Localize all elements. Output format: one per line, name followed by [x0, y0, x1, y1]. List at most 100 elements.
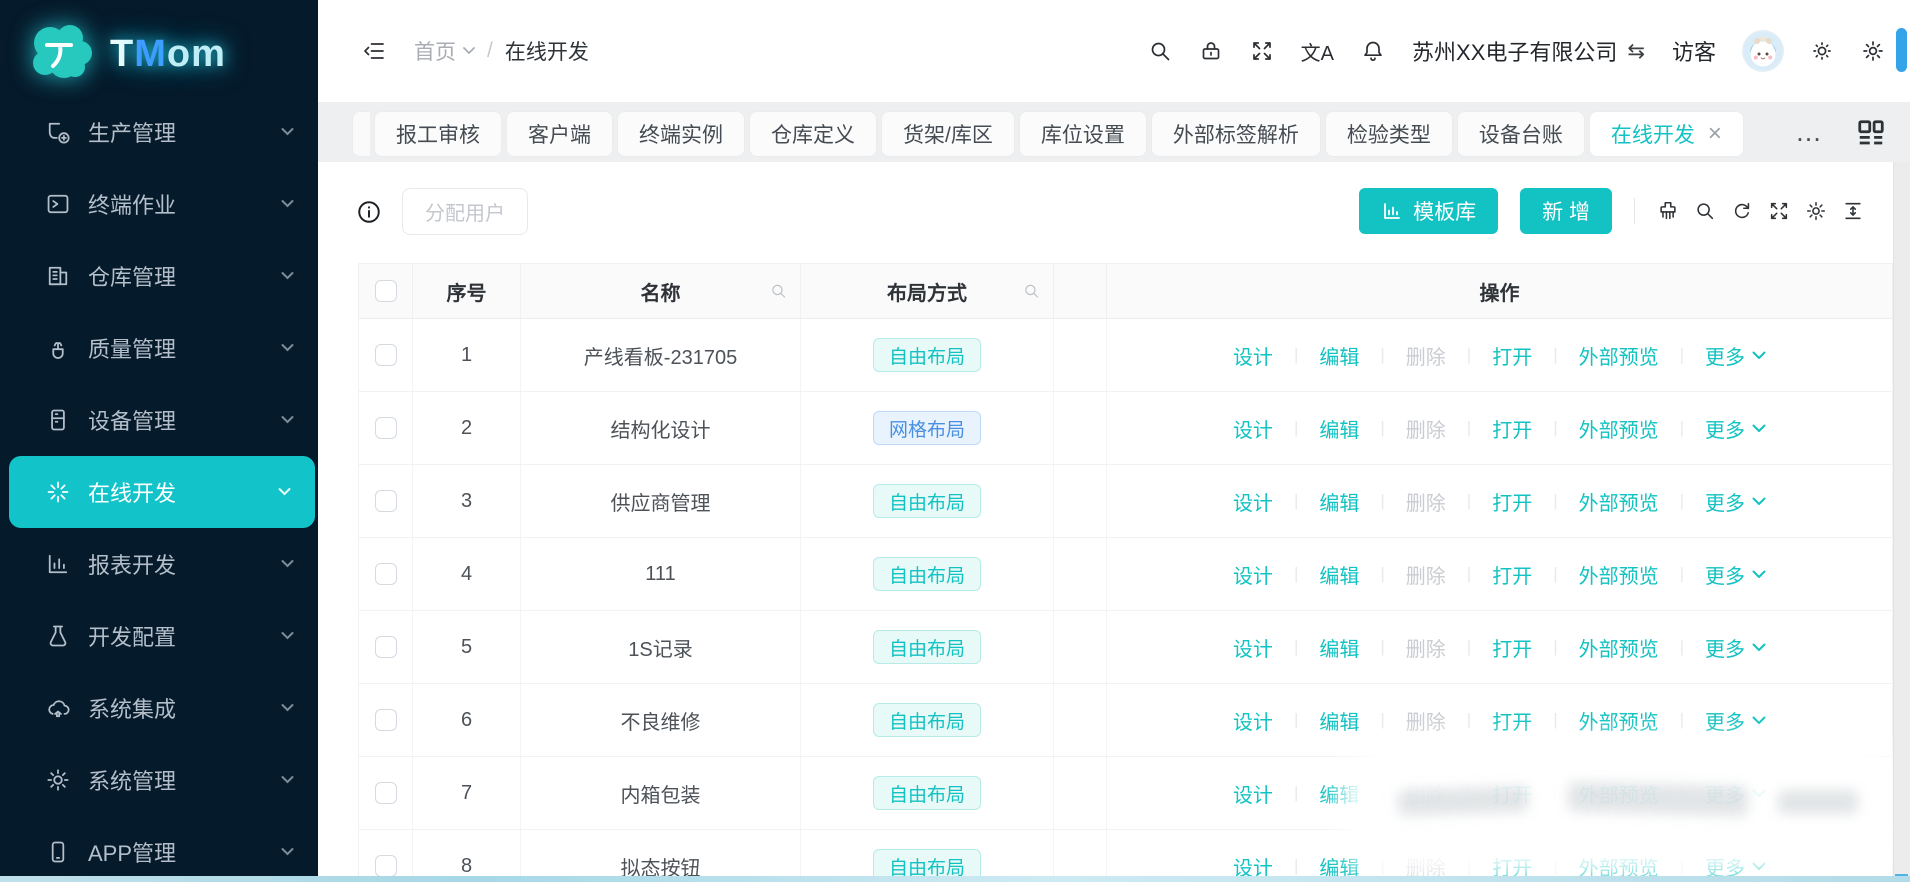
vertical-scrollbar-track[interactable]	[1893, 162, 1910, 876]
info-icon[interactable]	[356, 199, 382, 225]
template-library-button[interactable]: 模板库	[1359, 188, 1498, 234]
tab[interactable]: 检验类型	[1325, 111, 1453, 157]
expand-icon[interactable]	[1768, 200, 1790, 222]
action-open[interactable]: 打开	[1492, 706, 1532, 735]
sidebar-item-integration[interactable]: 系统集成	[0, 672, 318, 744]
refresh-icon[interactable]	[1731, 200, 1753, 222]
action-open[interactable]: 打开	[1492, 560, 1532, 589]
action-edit[interactable]: 编辑	[1319, 341, 1359, 370]
sidebar-item-warehouse[interactable]: 仓库管理	[0, 240, 318, 312]
sidebar-item-dev-config[interactable]: 开发配置	[0, 600, 318, 672]
row-checkbox[interactable]	[375, 490, 397, 512]
action-more[interactable]: 更多	[1705, 560, 1766, 589]
action-external-preview[interactable]: 外部预览	[1579, 341, 1659, 370]
tab[interactable]: 终端实例	[617, 111, 745, 157]
select-all-checkbox[interactable]	[375, 280, 397, 302]
row-checkbox[interactable]	[375, 563, 397, 585]
fullscreen-icon[interactable]	[1250, 39, 1274, 63]
action-design[interactable]: 设计	[1233, 414, 1273, 443]
action-open[interactable]: 打开	[1492, 341, 1532, 370]
row-checkbox[interactable]	[375, 636, 397, 658]
action-more[interactable]: 更多	[1705, 341, 1766, 370]
clear-brush-icon[interactable]	[1657, 200, 1679, 222]
collapse-sidebar-icon[interactable]	[362, 39, 386, 63]
row-checkbox[interactable]	[375, 855, 397, 877]
action-edit[interactable]: 编辑	[1319, 560, 1359, 589]
horizontal-scrollbar[interactable]	[0, 876, 1910, 882]
action-design[interactable]: 设计	[1233, 560, 1273, 589]
action-delete[interactable]: 删除	[1406, 487, 1446, 516]
column-search-icon[interactable]	[770, 283, 787, 300]
action-external-preview[interactable]: 外部预览	[1579, 560, 1659, 589]
assign-user-button[interactable]: 分配用户	[402, 188, 528, 235]
tab[interactable]: 仓库定义	[749, 111, 877, 157]
action-design[interactable]: 设计	[1233, 779, 1273, 808]
sidebar-item-equipment[interactable]: 设备管理	[0, 384, 318, 456]
action-design[interactable]: 设计	[1233, 706, 1273, 735]
tab[interactable]: 报工审核	[374, 111, 502, 157]
app-logo[interactable]: TMom	[20, 10, 226, 98]
company-switcher[interactable]: 苏州XX电子有限公司 ⇆	[1412, 35, 1645, 67]
action-edit[interactable]: 编辑	[1319, 706, 1359, 735]
row-checkbox[interactable]	[375, 709, 397, 731]
gear-icon[interactable]	[1805, 200, 1827, 222]
tab-partial[interactable]	[352, 111, 370, 157]
sidebar-item-report-dev[interactable]: 报表开发	[0, 528, 318, 600]
close-icon[interactable]: ×	[1708, 122, 1722, 146]
sidebar-item-terminal[interactable]: 终端作业	[0, 168, 318, 240]
action-external-preview[interactable]: 外部预览	[1579, 633, 1659, 662]
gear-icon[interactable]	[1861, 39, 1885, 63]
action-edit[interactable]: 编辑	[1319, 633, 1359, 662]
row-height-icon[interactable]	[1842, 200, 1864, 222]
action-open[interactable]: 打开	[1492, 414, 1532, 443]
tab[interactable]: 货架/库区	[881, 111, 1015, 157]
tab[interactable]: 库位设置	[1019, 111, 1147, 157]
action-more[interactable]: 更多	[1705, 414, 1766, 443]
sidebar-item-app[interactable]: APP管理	[0, 816, 318, 882]
action-more[interactable]: 更多	[1705, 487, 1766, 516]
action-more[interactable]: 更多	[1705, 633, 1766, 662]
tab[interactable]: 设备台账	[1457, 111, 1585, 157]
action-more[interactable]: 更多	[1705, 706, 1766, 735]
search-icon[interactable]	[1148, 39, 1172, 63]
action-design[interactable]: 设计	[1233, 487, 1273, 516]
action-delete[interactable]: 删除	[1406, 414, 1446, 443]
lock-icon[interactable]	[1199, 39, 1223, 63]
breadcrumb-home[interactable]: 首页	[414, 36, 475, 66]
action-edit[interactable]: 编辑	[1319, 414, 1359, 443]
action-edit[interactable]: 编辑	[1319, 779, 1359, 808]
tab[interactable]: 在线开发 ×	[1589, 111, 1744, 157]
action-design[interactable]: 设计	[1233, 341, 1273, 370]
action-delete[interactable]: 删除	[1406, 706, 1446, 735]
brightness-icon[interactable]	[1810, 39, 1834, 63]
action-external-preview[interactable]: 外部预览	[1579, 414, 1659, 443]
avatar[interactable]	[1743, 31, 1783, 71]
sidebar-item-production[interactable]: 生产管理	[0, 96, 318, 168]
row-checkbox[interactable]	[375, 417, 397, 439]
action-external-preview[interactable]: 外部预览	[1579, 706, 1659, 735]
sidebar-item-quality[interactable]: 质量管理	[0, 312, 318, 384]
translate-icon[interactable]: 文A	[1301, 37, 1334, 66]
row-checkbox[interactable]	[375, 782, 397, 804]
bell-icon[interactable]	[1361, 39, 1385, 63]
add-new-button[interactable]: 新 增	[1520, 188, 1612, 234]
row-checkbox[interactable]	[375, 344, 397, 366]
action-delete[interactable]: 删除	[1406, 633, 1446, 662]
action-open[interactable]: 打开	[1492, 633, 1532, 662]
tabs-more-icon[interactable]: …	[1795, 127, 1824, 138]
row-index: 8	[413, 830, 521, 882]
column-search-icon[interactable]	[1023, 283, 1040, 300]
action-design[interactable]: 设计	[1233, 633, 1273, 662]
vertical-scrollbar-thumb[interactable]	[1896, 28, 1907, 72]
tab[interactable]: 外部标签解析	[1151, 111, 1321, 157]
action-edit[interactable]: 编辑	[1319, 487, 1359, 516]
action-delete[interactable]: 删除	[1406, 560, 1446, 589]
tab[interactable]: 客户端	[506, 111, 613, 157]
layout-grid-icon[interactable]	[1856, 118, 1886, 148]
search-icon[interactable]	[1694, 200, 1716, 222]
action-delete[interactable]: 删除	[1406, 341, 1446, 370]
sidebar-item-online-dev[interactable]: 在线开发	[9, 456, 315, 528]
action-open[interactable]: 打开	[1492, 487, 1532, 516]
sidebar-item-system[interactable]: 系统管理	[0, 744, 318, 816]
action-external-preview[interactable]: 外部预览	[1579, 487, 1659, 516]
